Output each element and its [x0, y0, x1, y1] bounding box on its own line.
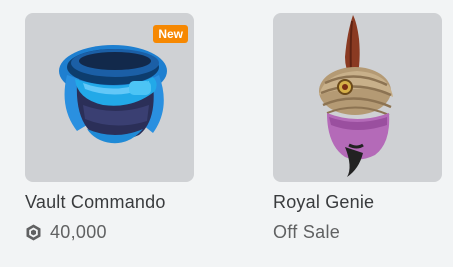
price-status: Off Sale — [273, 222, 341, 242]
item-price: Off Sale — [273, 221, 442, 243]
price-value: 40,000 — [50, 222, 107, 242]
robux-icon — [25, 224, 42, 241]
item-name[interactable]: Vault Commando — [25, 191, 194, 213]
item-card-royal-genie[interactable]: Royal Genie Off Sale — [273, 13, 442, 243]
item-thumbnail[interactable]: New — [25, 13, 194, 182]
item-thumbnail[interactable] — [273, 13, 442, 182]
royal-genie-hat-image — [319, 15, 393, 177]
item-name[interactable]: Royal Genie — [273, 191, 442, 213]
new-badge: New — [153, 25, 188, 43]
item-card-vault-commando[interactable]: New Vault Commando 40,000 — [25, 13, 194, 243]
item-price: 40,000 — [25, 221, 194, 243]
